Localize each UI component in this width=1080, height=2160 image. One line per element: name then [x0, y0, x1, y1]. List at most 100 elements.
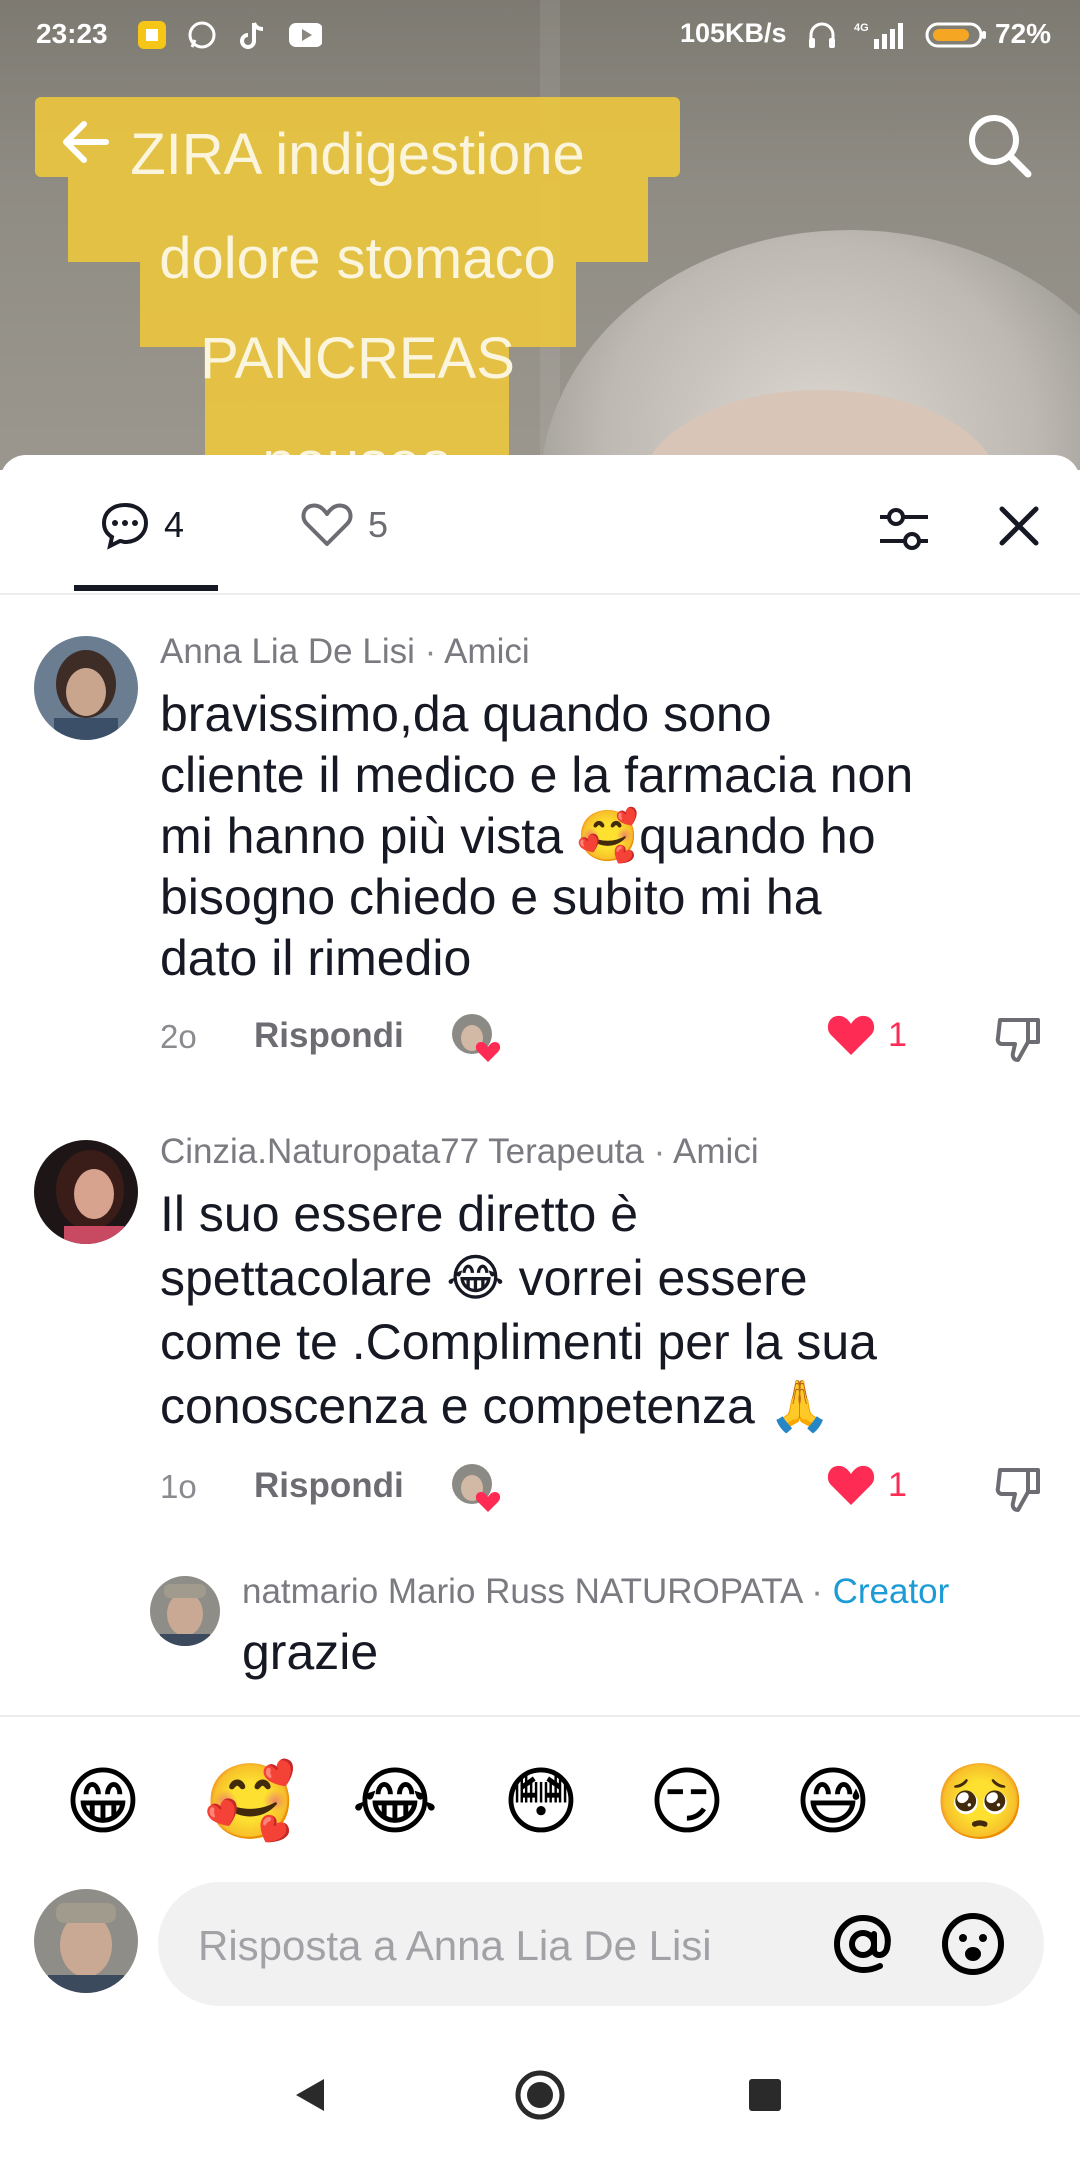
- close-icon: [999, 506, 1039, 546]
- nav-home-button[interactable]: [510, 2065, 570, 2125]
- notification-app-icon: [135, 18, 169, 52]
- like-button[interactable]: 1: [826, 1012, 907, 1058]
- video-background[interactable]: ZIRA indigestione dolore stomaco PANCREA…: [0, 0, 1080, 470]
- relation-tag: Amici: [673, 1132, 759, 1171]
- filter-button[interactable]: [876, 501, 932, 557]
- whatsapp-icon: [185, 18, 219, 52]
- tiktok-comments-screen: ZIRA indigestione dolore stomaco PANCREA…: [0, 0, 1080, 2160]
- emoji-quick-pick[interactable]: 🥰: [204, 1757, 296, 1847]
- emoji-quick-pick[interactable]: 😏: [642, 1757, 732, 1847]
- mention-button[interactable]: [823, 1904, 903, 1984]
- creator-liked-badge: [450, 1462, 502, 1514]
- comment-line: spettacolare 😂 vorrei essere: [160, 1250, 808, 1306]
- comment-username[interactable]: Cinzia.Naturopata77 Terapeuta · Amici: [160, 1132, 759, 1172]
- search-button[interactable]: [964, 110, 1034, 180]
- comments-count: 4: [164, 504, 185, 545]
- svg-text:4G: 4G: [854, 22, 869, 34]
- comments-tabbar: 4 5: [0, 455, 1080, 595]
- dislike-button[interactable]: [994, 1014, 1044, 1064]
- comment-line: bravissimo,da quando sono: [160, 686, 772, 742]
- back-button[interactable]: [56, 112, 116, 172]
- my-avatar: [34, 1889, 138, 1993]
- search-icon: [969, 115, 1032, 178]
- tab-active-indicator: [74, 585, 218, 591]
- comment-bubble-icon: [101, 502, 149, 550]
- tiktok-icon: [235, 18, 269, 52]
- status-time: 23:23: [36, 18, 108, 49]
- likes-count: 5: [368, 504, 389, 545]
- comment-line: Il suo essere diretto è: [160, 1186, 639, 1242]
- caption-line-3: PANCREAS: [200, 326, 515, 391]
- signal-icon: 4G: [852, 18, 912, 52]
- caption-line-2: dolore stomaco: [159, 226, 556, 291]
- tab-comments[interactable]: 4: [100, 495, 184, 555]
- emoji-quick-pick[interactable]: 😅: [788, 1757, 878, 1847]
- headphones-icon: [805, 18, 839, 52]
- dislike-button[interactable]: [994, 1464, 1044, 1514]
- separator-dot: ·: [414, 632, 445, 671]
- username-text[interactable]: natmario Mario Russ NATUROPATA: [242, 1572, 801, 1611]
- nav-recents-button[interactable]: [735, 2065, 795, 2125]
- close-button[interactable]: [994, 501, 1044, 551]
- comment-text: Il suo essere diretto è spettacolare 😂 v…: [160, 1182, 1060, 1438]
- comment-item[interactable]: Cinzia.Naturopata77 Terapeuta · Amici Il…: [0, 1130, 1080, 1530]
- comment-reply-item[interactable]: natmario Mario Russ NATUROPATA · Creator…: [0, 1570, 1080, 1715]
- thumbs-down-icon: [995, 1468, 1040, 1512]
- back-arrow-icon: [63, 121, 109, 163]
- comment-text: bravissimo,da quando sono cliente il med…: [160, 684, 1060, 989]
- emoji-quick-pick[interactable]: 🥺: [934, 1757, 1026, 1847]
- creator-liked-badge: [450, 1012, 502, 1064]
- comment-username[interactable]: Anna Lia De Lisi · Amici: [160, 632, 530, 672]
- system-navigation-bar: [0, 2030, 1080, 2160]
- comment-line: dato il rimedio: [160, 930, 472, 986]
- reply-input[interactable]: Risposta a Anna Lia De Lisi: [158, 1882, 1044, 2006]
- battery-percent: 72%: [995, 18, 1052, 49]
- separator-dot: ·: [643, 1132, 674, 1171]
- comment-line: bisogno chiedo e subito mi ha: [160, 869, 822, 925]
- thumbs-down-icon: [995, 1018, 1040, 1062]
- like-count: 1: [888, 1465, 907, 1504]
- heart-filled-icon: [827, 1465, 875, 1505]
- emoji-quick-pick[interactable]: 😳: [496, 1757, 586, 1847]
- avatar[interactable]: [34, 1140, 138, 1244]
- heart-outline-icon: [301, 503, 353, 546]
- battery-icon: [925, 18, 987, 52]
- nav-back-button[interactable]: [280, 2065, 340, 2125]
- smiley-icon: [942, 1913, 1004, 1975]
- emoji-picker-button[interactable]: [933, 1904, 1013, 1984]
- comment-time: 2o: [160, 1018, 197, 1055]
- username-text[interactable]: Cinzia.Naturopata77 Terapeuta: [160, 1132, 644, 1171]
- at-sign-icon: [833, 1914, 891, 1974]
- network-speed: 105KB/s: [680, 18, 787, 48]
- reply-composer-panel: 😁 🥰 😂 😳 😏 😅 🥺 Risposta a Anna Lia De Lis…: [0, 1715, 1080, 2032]
- reply-button[interactable]: Rispondi: [254, 1466, 404, 1506]
- comment-line: cliente il medico e la farmacia non: [160, 747, 914, 803]
- comment-item[interactable]: Anna Lia De Lisi · Amici bravissimo,da q…: [0, 630, 1080, 1070]
- circle-home-icon: [515, 2070, 565, 2120]
- comment-time: 1o: [160, 1468, 197, 1505]
- comment-line: mi hanno più vista 🥰quando ho: [160, 808, 876, 864]
- emoji-quick-pick[interactable]: 😁: [58, 1757, 148, 1847]
- creator-tag: Creator: [832, 1572, 950, 1611]
- avatar[interactable]: [150, 1576, 220, 1646]
- triangle-back-icon: [296, 2079, 324, 2111]
- avatar[interactable]: [34, 636, 138, 740]
- reply-placeholder: Risposta a Anna Lia De Lisi: [198, 1922, 712, 1969]
- caption-line-1: ZIRA indigestione: [130, 122, 585, 187]
- separator-dot: ·: [801, 1572, 833, 1611]
- status-bar: 23:23 105KB/s 4G 72%: [0, 0, 1080, 70]
- tab-likes[interactable]: 5: [300, 495, 388, 555]
- like-count: 1: [888, 1015, 907, 1054]
- youtube-icon: [288, 18, 322, 52]
- square-recents-icon: [749, 2079, 781, 2111]
- reply-button[interactable]: Rispondi: [254, 1016, 404, 1056]
- sliders-icon: [880, 508, 928, 550]
- relation-tag: Amici: [444, 632, 530, 671]
- heart-filled-icon: [827, 1015, 875, 1055]
- comment-line: conoscenza e competenza 🙏: [160, 1378, 831, 1434]
- username-text[interactable]: Anna Lia De Lisi: [160, 632, 415, 671]
- comment-username[interactable]: natmario Mario Russ NATUROPATA · Creator: [242, 1572, 949, 1612]
- like-button[interactable]: 1: [826, 1462, 907, 1508]
- emoji-quick-pick[interactable]: 😂: [350, 1757, 440, 1847]
- comment-text: grazie: [242, 1624, 379, 1680]
